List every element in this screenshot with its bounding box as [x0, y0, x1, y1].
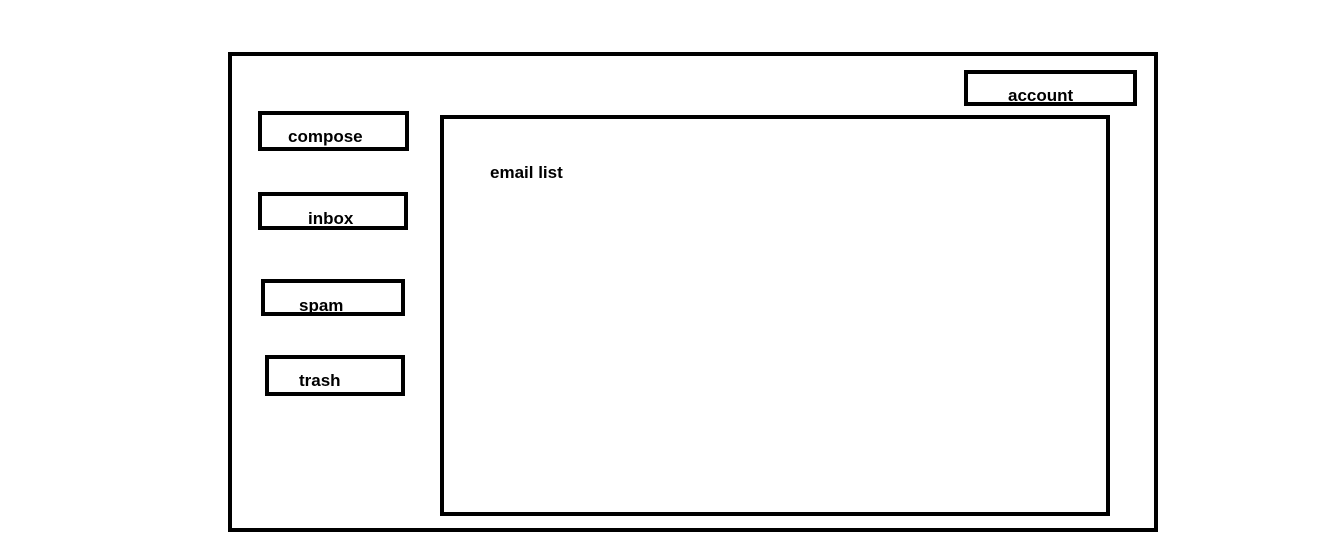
sidebar-item-trash-label: trash	[299, 371, 341, 390]
sidebar-item-inbox[interactable]: inbox	[258, 192, 408, 230]
compose-button-label: compose	[288, 127, 363, 146]
sidebar-item-spam[interactable]: spam	[261, 279, 405, 316]
email-list-label: email list	[490, 163, 563, 182]
sidebar-item-spam-label: spam	[299, 296, 344, 315]
sidebar-item-trash[interactable]: trash	[265, 355, 405, 396]
account-button[interactable]: account	[964, 70, 1137, 106]
compose-button[interactable]: compose	[258, 111, 409, 151]
email-list-panel[interactable]: email list	[440, 115, 1110, 516]
account-button-label: account	[1008, 86, 1074, 105]
sidebar-item-inbox-label: inbox	[308, 209, 354, 228]
